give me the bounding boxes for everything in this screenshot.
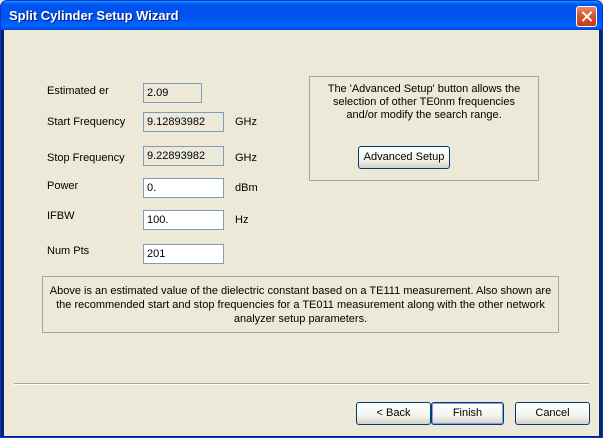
estimated-er-label: Estimated er: [47, 85, 109, 97]
window-title: Split Cylinder Setup Wizard: [9, 8, 179, 23]
cancel-button[interactable]: Cancel: [515, 402, 590, 425]
back-button[interactable]: < Back: [356, 402, 431, 425]
power-label: Power: [47, 180, 79, 192]
ifbw-input[interactable]: 100.: [143, 210, 224, 230]
title-bar[interactable]: Split Cylinder Setup Wizard: [1, 1, 602, 30]
advanced-setup-button[interactable]: Advanced Setup: [358, 146, 450, 169]
footer-separator: [14, 383, 589, 385]
start-frequency-label: Start Frequency: [47, 116, 126, 128]
estimated-er-field: 2.09: [143, 83, 202, 103]
start-frequency-unit: GHz: [235, 116, 257, 128]
ifbw-label: IFBW: [47, 210, 75, 222]
wizard-client-area: Estimated er 2.09 Start Frequency 9.1289…: [4, 30, 599, 436]
stop-frequency-unit: GHz: [235, 152, 257, 164]
num-pts-label: Num Pts: [47, 245, 90, 257]
close-icon[interactable]: [576, 6, 597, 27]
power-unit: dBm: [235, 182, 258, 194]
info-description: Above is an estimated value of the diele…: [49, 285, 552, 325]
stop-frequency-label: Stop Frequency: [47, 152, 125, 164]
info-panel: Above is an estimated value of the diele…: [42, 276, 559, 333]
stop-frequency-field: 9.22893982: [143, 146, 224, 166]
advanced-setup-description: The 'Advanced Setup' button allows the s…: [327, 83, 521, 121]
wizard-window: Split Cylinder Setup Wizard Estimated er…: [0, 0, 603, 438]
power-input[interactable]: 0.: [143, 178, 224, 198]
num-pts-input[interactable]: 201: [143, 244, 224, 264]
start-frequency-field: 9.12893982: [143, 112, 224, 132]
advanced-setup-panel: The 'Advanced Setup' button allows the s…: [309, 76, 539, 181]
finish-button[interactable]: Finish: [431, 402, 504, 425]
ifbw-unit: Hz: [235, 214, 249, 226]
